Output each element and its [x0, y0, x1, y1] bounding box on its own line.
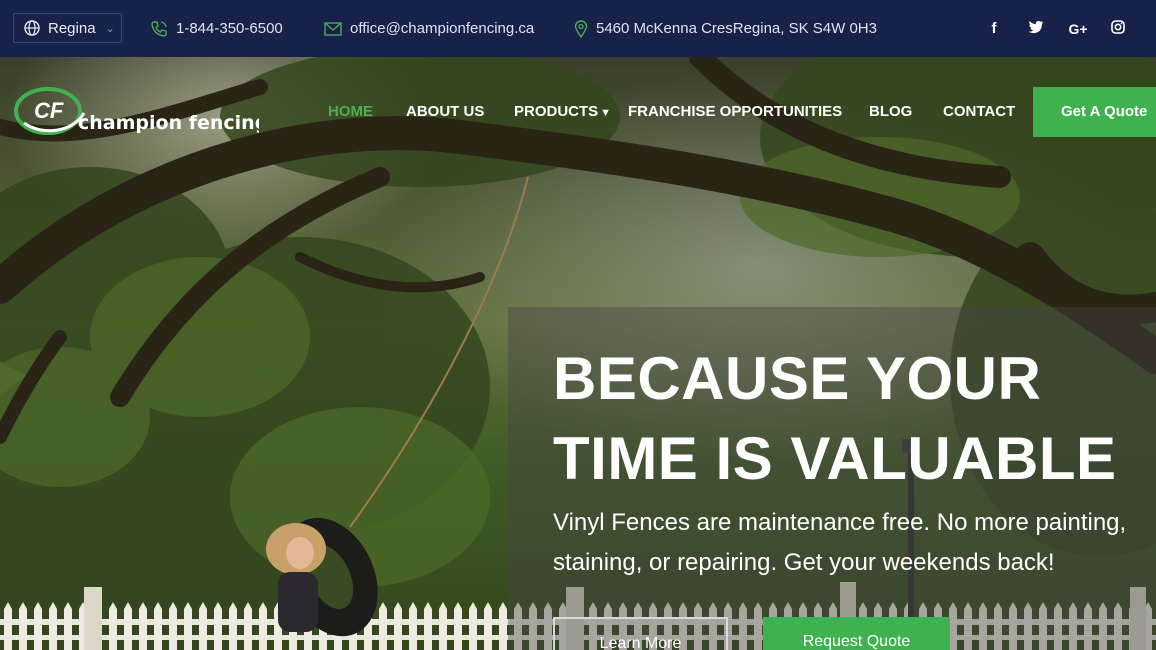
chevron-down-icon: ▼ — [600, 107, 612, 119]
fence-picket — [484, 602, 492, 650]
phone-contact[interactable]: 1-844-350-6500 — [150, 0, 283, 57]
get-a-quote-button[interactable]: Get A Quote — [1033, 87, 1156, 137]
facebook-icon[interactable]: f — [984, 20, 1004, 37]
fence-picket — [379, 602, 387, 650]
hero-section: CF champion fencing HOME ABOUT US PRODUC… — [0, 57, 1156, 650]
fence-picket — [169, 602, 177, 650]
hero-headline: BECAUSE YOUR TIME IS VALUABLE — [553, 339, 1117, 499]
fence-picket — [49, 602, 57, 650]
fence-picket — [454, 602, 462, 650]
nav-home[interactable]: HOME — [328, 87, 373, 137]
fence-picket — [154, 602, 162, 650]
nav-about-us[interactable]: ABOUT US — [406, 87, 484, 137]
hero-headline-line1: BECAUSE YOUR — [553, 345, 1042, 412]
fence-picket — [259, 602, 267, 650]
address-contact: 5460 McKenna CresRegina, SK S4W 0H3 — [574, 0, 877, 57]
map-pin-icon — [574, 19, 588, 38]
region-selector[interactable]: Regina ⌄ — [13, 13, 122, 43]
fence-picket — [139, 602, 147, 650]
twitter-icon[interactable] — [1024, 20, 1048, 38]
fence-picket — [109, 602, 117, 650]
globe-icon — [24, 20, 40, 36]
fence-picket — [4, 602, 12, 650]
google-plus-icon[interactable]: G+ — [1064, 21, 1092, 37]
fence-picket — [409, 602, 417, 650]
hero-subtext: Vinyl Fences are maintenance free. No mo… — [553, 509, 1127, 576]
envelope-icon — [324, 21, 342, 36]
region-label: Regina — [48, 19, 96, 37]
address-text: 5460 McKenna CresRegina, SK S4W 0H3 — [596, 20, 877, 37]
main-nav: HOME ABOUT US PRODUCTS ▼ FRANCHISE OPPORT… — [0, 87, 1156, 137]
fence-picket — [424, 602, 432, 650]
fence-picket — [64, 602, 72, 650]
fence-picket — [199, 602, 207, 650]
social-links: f G+ — [984, 0, 1128, 57]
nav-contact[interactable]: CONTACT — [943, 87, 1015, 137]
request-quote-button[interactable]: Request Quote — [763, 617, 950, 650]
hero-headline-line2: TIME IS VALUABLE — [553, 425, 1117, 492]
fence-picket — [214, 602, 222, 650]
top-bar: Regina ⌄ 1-844-350-6500 office@championf… — [0, 0, 1156, 57]
phone-icon — [151, 20, 167, 37]
chevron-down-icon: ⌄ — [105, 22, 115, 35]
fence-picket — [229, 602, 237, 650]
instagram-icon[interactable] — [1108, 19, 1128, 38]
learn-more-button[interactable]: Learn More — [553, 617, 728, 650]
phone-number: 1-844-350-6500 — [176, 20, 283, 37]
fence-picket — [469, 602, 477, 650]
nav-blog[interactable]: BLOG — [869, 87, 912, 137]
fence-picket — [184, 602, 192, 650]
fence-picket — [19, 602, 27, 650]
fence-picket — [394, 602, 402, 650]
nav-products[interactable]: PRODUCTS ▼ — [514, 87, 611, 137]
email-contact[interactable]: office@championfencing.ca — [324, 0, 534, 57]
fence-picket — [439, 602, 447, 650]
fence-picket — [124, 602, 132, 650]
fence-picket — [499, 602, 507, 650]
nav-franchise-opportunities[interactable]: FRANCHISE OPPORTUNITIES — [628, 87, 842, 137]
fence-picket — [34, 602, 42, 650]
fence-picket — [244, 602, 252, 650]
email-address: office@championfencing.ca — [350, 20, 535, 37]
nav-products-label: PRODUCTS — [514, 103, 599, 120]
